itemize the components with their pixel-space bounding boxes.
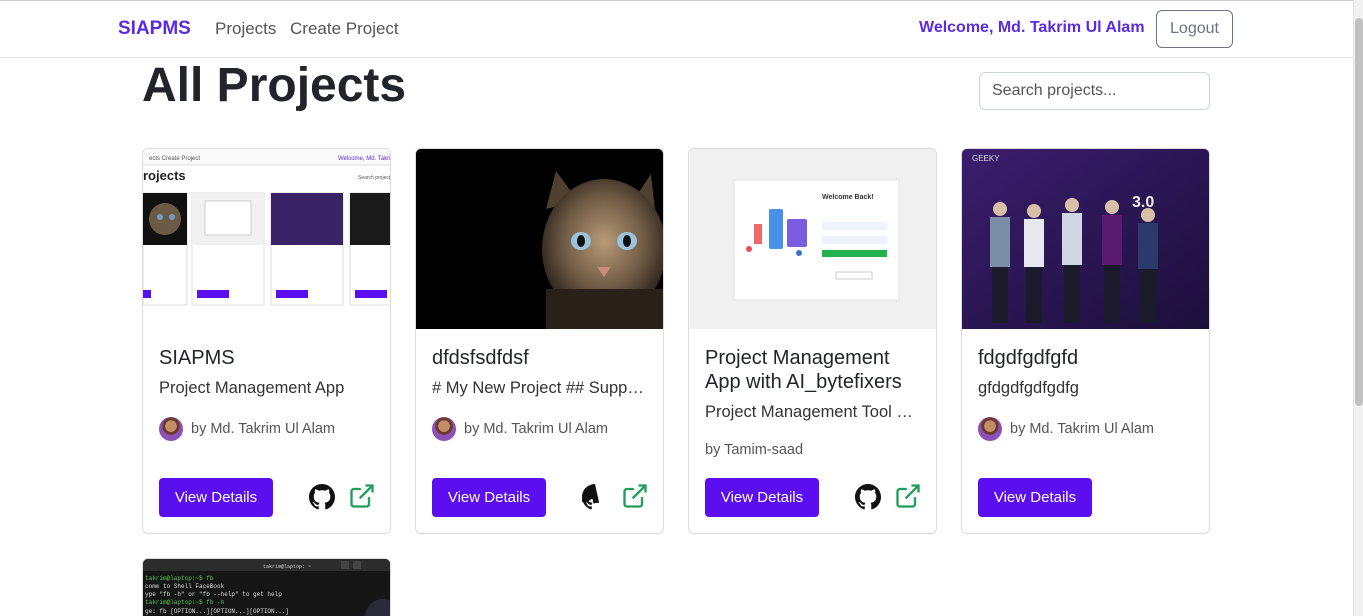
scrollbar-thumb[interactable] <box>1355 18 1363 406</box>
project-author: by Md. Takrim Ul Alam <box>159 417 335 441</box>
project-title: dfdsfsdfdsf <box>432 347 529 369</box>
project-title: fdgdfgdfgfd <box>978 347 1079 369</box>
svg-text:Welcome, Md. Takrim Ul Al: Welcome, Md. Takrim Ul Al <box>338 156 390 162</box>
project-card: GEEKY 3.0 fdgdfgdfgfd gfdgdfgdfgdfg by M… <box>961 148 1210 534</box>
svg-text:takrim@laptop: ~: takrim@laptop: ~ <box>263 564 311 570</box>
author-name: by Md. Takrim Ul Alam <box>1010 421 1154 437</box>
project-image: GEEKY 3.0 <box>962 149 1209 329</box>
author-name: by Tamim-saad <box>705 442 804 458</box>
project-image <box>416 149 663 329</box>
avatar <box>159 417 183 441</box>
project-title: Project Management App with AI_bytefixer… <box>705 347 902 393</box>
logout-button[interactable]: Logout <box>1156 10 1233 48</box>
project-description: Project Management Tool … <box>705 403 913 421</box>
author-name: by Md. Takrim Ul Alam <box>464 421 608 437</box>
svg-text:3.0: 3.0 <box>1132 194 1154 211</box>
external-link-icon[interactable] <box>894 482 922 510</box>
svg-text:Search project: Search project <box>358 175 390 181</box>
avatar <box>432 417 456 441</box>
github-icon[interactable] <box>309 484 335 510</box>
project-image: takrim@laptop: ~ takrim@laptop:~$ fb com… <box>143 559 390 616</box>
project-image: Welcome Back! <box>689 149 936 329</box>
svg-text:rojects: rojects <box>143 168 186 183</box>
github-icon[interactable] <box>582 484 608 510</box>
external-link-icon[interactable] <box>621 482 649 510</box>
github-icon[interactable] <box>855 484 881 510</box>
project-card: Welcome Back! Project Management App wit… <box>688 148 937 534</box>
nav-link-projects[interactable]: Projects <box>215 19 276 39</box>
project-card: takrim@laptop: ~ takrim@laptop:~$ fb com… <box>142 558 391 616</box>
project-description: gfdgdfgdfgdfg <box>978 379 1079 397</box>
project-title: SIAPMS <box>159 347 235 369</box>
svg-text:come to Shell FaceBook: come to Shell FaceBook <box>145 583 225 590</box>
view-details-button[interactable]: View Details <box>159 478 273 517</box>
svg-text:takrim@laptop:~$ fb: takrim@laptop:~$ fb <box>145 575 214 582</box>
svg-text:ype "fb -h" or "fb --help" to: ype "fb -h" or "fb --help" to get help <box>145 591 282 598</box>
view-details-button[interactable]: View Details <box>978 478 1092 517</box>
project-image: ects Create Project Welcome, Md. Takrim … <box>143 149 390 329</box>
project-description: # My New Project ## Supp… <box>432 379 644 397</box>
view-details-button[interactable]: View Details <box>432 478 546 517</box>
project-author: by Md. Takrim Ul Alam <box>432 417 608 441</box>
svg-text:GEEKY: GEEKY <box>972 154 1000 163</box>
project-author: by Md. Takrim Ul Alam <box>978 417 1154 441</box>
project-author: by Tamim-saad <box>705 442 803 458</box>
external-link-icon[interactable] <box>348 482 376 510</box>
author-name: by Md. Takrim Ul Alam <box>191 421 335 437</box>
navbar: SIAPMS Projects Create Project Welcome, … <box>0 0 1353 58</box>
avatar <box>978 417 1002 441</box>
search-input[interactable] <box>979 72 1210 110</box>
nav-link-create-project[interactable]: Create Project <box>290 19 399 39</box>
project-description: Project Management App <box>159 379 345 397</box>
project-card: dfdsfsdfdsf # My New Project ## Supp… by… <box>415 148 664 534</box>
scrollbar[interactable] <box>1353 0 1363 616</box>
brand-logo[interactable]: SIAPMS <box>118 18 191 40</box>
welcome-text: Welcome, Md. Takrim Ul Alam <box>919 19 1145 36</box>
view-details-button[interactable]: View Details <box>705 478 819 517</box>
svg-text:Welcome Back!: Welcome Back! <box>822 194 874 201</box>
svg-text:ge: fb [OPTION...][OPTION...][: ge: fb [OPTION...][OPTION...][OPTION...] <box>145 608 289 615</box>
page-title: All Projects <box>142 59 407 112</box>
svg-text:takrim@laptop:~$ fb -h: takrim@laptop:~$ fb -h <box>145 599 225 606</box>
svg-text:ects Create Project: ects Create Project <box>149 156 200 162</box>
project-card: ects Create Project Welcome, Md. Takrim … <box>142 148 391 534</box>
